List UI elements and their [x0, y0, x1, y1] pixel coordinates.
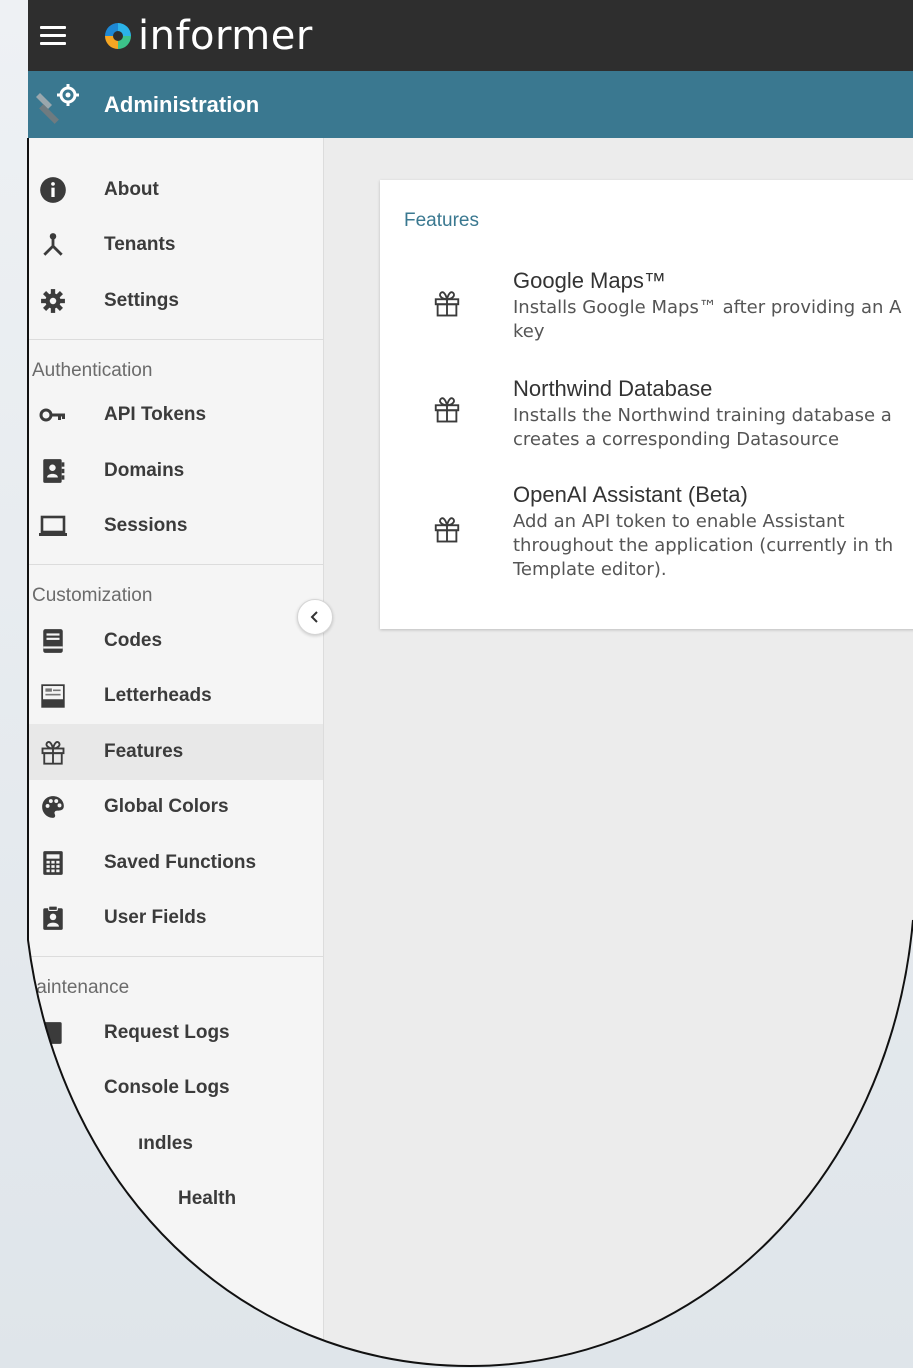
calculator-icon [38, 848, 68, 878]
feature-name: Google Maps™ [513, 268, 666, 293]
key-icon [38, 400, 68, 430]
sidebar-item-letterheads[interactable]: Letterheads [28, 669, 323, 725]
app-window: informer Administration About Tenants Se… [0, 0, 913, 1368]
sidebar-item-settings[interactable]: Settings [28, 273, 323, 329]
sidebar-item-label: Sessions [104, 515, 188, 537]
chevron-left-icon [308, 610, 322, 624]
sidebar-section-maintenance: laintenance [32, 977, 130, 998]
feature-name: OpenAI Assistant (Beta) [513, 482, 748, 507]
sidebar-item-domains[interactable]: Domains [28, 443, 323, 499]
book-icon [38, 626, 68, 656]
feature-name: Northwind Database [513, 376, 713, 401]
sidebar-item-label: Console Logs [104, 1077, 230, 1099]
sidebar-item-label: Request Logs [104, 1021, 230, 1043]
feature-northwind-database[interactable]: Northwind Database Installs the Northwin… [380, 376, 913, 456]
feature-description: Add an API token to enable Assistant thr… [513, 511, 894, 580]
gift-icon [432, 514, 462, 544]
sidebar-item-global-colors[interactable]: Global Colors [28, 780, 323, 836]
contact-book-icon [38, 456, 68, 486]
brand-name: informer [138, 12, 313, 59]
feature-description: Installs the Northwind training database… [513, 405, 892, 450]
sidebar-item-label: Saved Functions [104, 851, 257, 873]
sidebar-item-codes[interactable]: Codes [28, 613, 323, 669]
sidebar-item-sessions[interactable]: Sessions [28, 499, 323, 555]
admin-tools-icon [32, 81, 80, 129]
sidebar-item-api-tokens[interactable]: API Tokens [28, 388, 323, 444]
sidebar-item-label: Codes [104, 629, 163, 651]
letterhead-icon [38, 681, 68, 711]
card-title: Features [404, 210, 479, 231]
sidebar-section-authentication: Authentication [32, 359, 153, 381]
sidebar-item-label: About [104, 178, 159, 200]
informer-logo-icon [102, 20, 134, 52]
info-icon [38, 175, 68, 205]
hamburger-menu-icon[interactable] [40, 26, 70, 45]
sidebar-item-tenants[interactable]: Tenants [28, 218, 323, 274]
palette-icon [38, 792, 68, 822]
sidebar-item-label: Settings [104, 289, 179, 311]
sidebar-item-label: Tenants [104, 234, 176, 256]
sidebar-item-user-fields[interactable]: User Fields [28, 891, 323, 947]
laptop-icon [38, 511, 68, 541]
sidebar-item-label: Features [104, 740, 184, 762]
collapse-sidebar-button[interactable] [297, 599, 333, 635]
section-title: Administration [104, 91, 260, 117]
gift-icon [38, 737, 68, 767]
feature-openai-assistant[interactable]: OpenAI Assistant (Beta) Add an API token… [380, 482, 913, 592]
features-card: Features Google Maps™ Installs Google Ma… [380, 180, 913, 629]
sidebar-item-label: Health [178, 1188, 237, 1210]
clipboard-user-icon [38, 903, 68, 933]
sidebar-section-customization: Customization [32, 585, 153, 606]
sidebar-item-request-logs[interactable]: Request Logs [28, 1005, 323, 1061]
sidebar-item-features[interactable]: Features [28, 724, 323, 780]
sidebar-item-about[interactable]: About [28, 162, 323, 218]
sidebar-item-label: ındles [138, 1132, 193, 1154]
admin-header: Administration [0, 71, 913, 138]
sidebar-item-label: User Fields [104, 907, 207, 929]
feature-google-maps[interactable]: Google Maps™ Installs Google Maps™ after… [380, 268, 913, 348]
tenants-icon [38, 230, 68, 260]
top-bar: informer [0, 0, 913, 71]
sidebar-item-saved-functions[interactable]: Saved Functions [28, 835, 323, 891]
gift-icon [432, 394, 462, 424]
sidebar-item-label: API Tokens [104, 404, 207, 426]
sidebar-item-label: Letterheads [104, 685, 212, 707]
sidebar-item-label: Global Colors [104, 796, 229, 818]
gift-icon [432, 288, 462, 318]
feature-description: Installs Google Maps™ after providing an… [513, 297, 902, 342]
gear-icon [38, 286, 68, 316]
sidebar-item-label: Domains [104, 459, 185, 481]
